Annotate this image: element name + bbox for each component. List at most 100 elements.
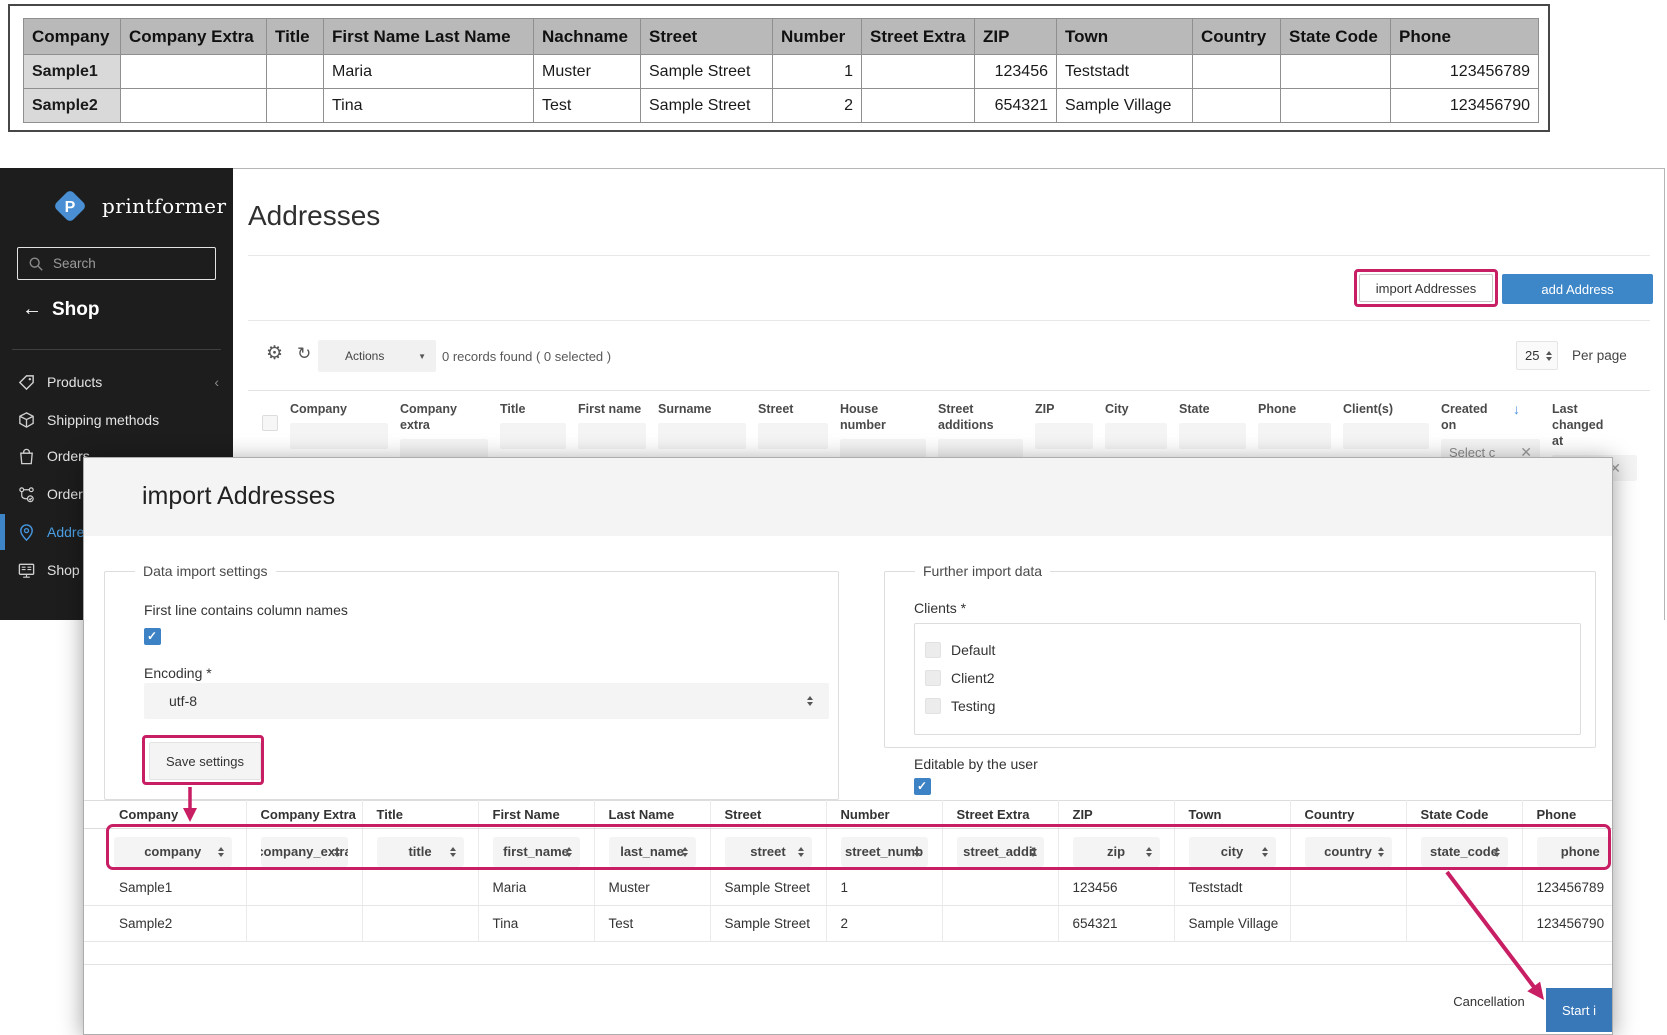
sheet-col-company: Company [24, 19, 121, 55]
first-line-checkbox[interactable] [144, 628, 161, 645]
sort-descending-icon[interactable]: ↓ [1513, 401, 1520, 417]
per-page-stepper[interactable]: 25 [1516, 341, 1558, 370]
start-import-button[interactable]: Start i [1546, 988, 1613, 1032]
select-all-checkbox[interactable] [262, 415, 278, 431]
stepper-icon [218, 847, 224, 857]
cell [1406, 906, 1522, 942]
header-divider [248, 255, 1650, 256]
grid-col-label[interactable]: Street additions [938, 401, 1023, 433]
stepper-icon[interactable] [1546, 351, 1552, 361]
mapping-value: state_code [1430, 844, 1498, 859]
cell: Maria [324, 55, 534, 89]
grid-col-label[interactable]: Company extra [400, 401, 488, 433]
grid-col-filter[interactable] [1179, 423, 1246, 449]
client-option-client2[interactable]: Client2 [925, 670, 995, 686]
chevron-left-icon[interactable]: ‹ [214, 374, 219, 390]
mapping-select-zip[interactable]: zip [1073, 837, 1160, 867]
grid-col-filter[interactable] [1343, 423, 1429, 449]
cell: Sample Street [641, 55, 773, 89]
preview-col-last-name: Last Name [594, 801, 710, 829]
first-line-label: First line contains column names [144, 602, 348, 618]
grid-col-label[interactable]: Street [758, 401, 828, 417]
save-settings-button[interactable]: Save settings [149, 742, 261, 780]
grid-col-label[interactable]: First name [578, 401, 646, 417]
grid-col-filter[interactable] [500, 423, 566, 449]
client-option-testing[interactable]: Testing [925, 698, 995, 714]
grid-col-label[interactable]: Phone [1258, 401, 1331, 417]
mapping-value: street_addit [963, 844, 1037, 859]
grid-col-filter[interactable] [1105, 423, 1167, 449]
spreadsheet-row-2: Sample2 Tina Test Sample Street 2 654321… [24, 89, 1539, 123]
client-option-default[interactable]: Default [925, 642, 995, 658]
grid-col-label[interactable]: City [1105, 401, 1167, 417]
import-addresses-button[interactable]: import Addresses [1359, 274, 1493, 302]
cell: Sample Street [710, 906, 826, 942]
cell [1281, 89, 1391, 123]
stepper-icon [1378, 847, 1384, 857]
sidebar-item-shipping-methods[interactable]: Shipping methods [0, 404, 233, 436]
modal-footer-divider [84, 964, 1613, 965]
stepper-icon [334, 847, 340, 857]
grid-col-label[interactable]: State [1179, 401, 1246, 417]
clients-list: Default Client2 Testing [914, 623, 1581, 735]
grid-col-label[interactable]: Client(s) [1343, 401, 1429, 417]
sidebar-back-shop[interactable]: ← Shop [22, 298, 100, 321]
sidebar-search[interactable] [17, 247, 216, 280]
stepper-icon [682, 847, 688, 857]
grid-col-label[interactable]: Created on [1441, 401, 1503, 433]
add-address-button[interactable]: add Address [1502, 274, 1653, 304]
mapping-select-town[interactable]: city [1189, 837, 1276, 867]
cell [121, 55, 267, 89]
encoding-select[interactable]: utf-8 [144, 683, 829, 719]
grid-col-filter[interactable] [1258, 423, 1331, 449]
mapping-value: company [144, 844, 201, 859]
mapping-select-company-extra[interactable]: company_extra [261, 837, 348, 867]
cell: Sample1 [84, 870, 246, 906]
mapping-select-phone[interactable]: phone [1537, 837, 1614, 867]
search-input[interactable] [53, 256, 193, 271]
grid-col-filter[interactable] [658, 423, 746, 449]
grid-col-label[interactable]: ZIP [1035, 401, 1093, 417]
mapping-select-last-name[interactable]: last_name [609, 837, 696, 867]
cell [246, 870, 362, 906]
refresh-icon[interactable]: ↻ [297, 344, 311, 364]
actions-dropdown[interactable]: Actions ▼ [318, 340, 436, 372]
cell: Sample Street [641, 89, 773, 123]
mapping-select-company[interactable]: company [114, 837, 232, 867]
mapping-select-number[interactable]: street_numb [841, 837, 928, 867]
grid-col-filter[interactable] [758, 423, 828, 449]
mapping-value: city [1221, 844, 1243, 859]
grid-col-label[interactable]: Title [500, 401, 566, 417]
preview-col-number: Number [826, 801, 942, 829]
mapping-select-state-code[interactable]: state_code [1421, 837, 1508, 867]
grid-col-label[interactable]: Company [290, 401, 388, 417]
grid-col-filter[interactable] [290, 423, 388, 449]
grid-col-label[interactable]: House number [840, 401, 926, 433]
grid-col-filter[interactable] [1035, 423, 1093, 449]
shipping-box-icon [17, 411, 36, 430]
mapping-select-first-name[interactable]: first_name [493, 837, 580, 867]
mapping-select-street[interactable]: street [725, 837, 812, 867]
stepper-icon [1262, 847, 1268, 857]
client-checkbox[interactable] [925, 642, 941, 658]
mapping-select-street-extra[interactable]: street_addit [957, 837, 1044, 867]
gear-icon[interactable]: ⚙ [266, 342, 283, 365]
cell: Sample1 [24, 55, 121, 89]
grid-col-label[interactable]: Last changed at [1552, 401, 1614, 449]
grid-col-filter[interactable] [578, 423, 646, 449]
mapping-select-title[interactable]: title [377, 837, 464, 867]
cell [1406, 870, 1522, 906]
cancellation-button[interactable]: Cancellation [1424, 994, 1554, 1009]
client-checkbox[interactable] [925, 670, 941, 686]
client-checkbox[interactable] [925, 698, 941, 714]
cell: Sample Village [1057, 89, 1193, 123]
grid-col-label[interactable]: Surname [658, 401, 746, 417]
cell: Teststadt [1057, 55, 1193, 89]
stepper-icon [914, 847, 920, 857]
cell [1193, 55, 1281, 89]
cell [942, 870, 1058, 906]
editable-checkbox[interactable] [914, 778, 931, 795]
mapping-select-country[interactable]: country [1305, 837, 1392, 867]
client-label: Default [951, 642, 995, 658]
sidebar-item-products[interactable]: Products ‹ [0, 366, 233, 398]
